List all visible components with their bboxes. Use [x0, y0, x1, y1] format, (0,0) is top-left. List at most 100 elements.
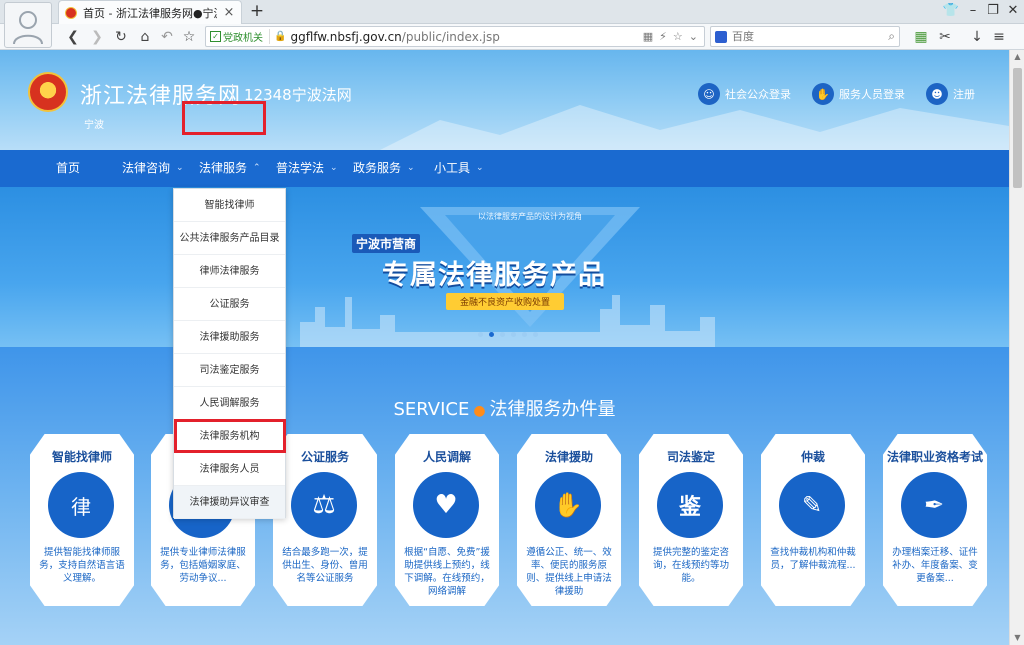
reload-icon[interactable]: ↻ — [110, 26, 132, 48]
card-title: 法律职业资格考试 — [886, 450, 983, 464]
url-text[interactable]: ggflfw.nbsfj.gov.cn/public/index.jsp — [290, 30, 638, 44]
scroll-down-icon[interactable]: ▼ — [1010, 631, 1024, 645]
tab-close-icon[interactable]: × — [223, 5, 235, 20]
services-heading: SERVICE ● 法律服务办件量 — [0, 395, 1009, 421]
url-path: /public/index.jsp — [401, 29, 500, 44]
card-desc: 查找仲裁机构和仲裁员，了解仲裁流程... — [770, 547, 856, 571]
public-login-label: 社会公众登录 — [725, 88, 791, 101]
carousel-dot[interactable] — [533, 332, 538, 337]
gov-check-icon: ✓ — [210, 31, 221, 42]
national-emblem-logo — [28, 72, 68, 112]
dropdown-item-service-org[interactable]: 法律服务机构 — [174, 420, 285, 453]
user-avatar[interactable] — [4, 2, 52, 48]
nav-legal-consult[interactable]: 法律咨询 ⌄ — [122, 150, 184, 187]
favorite-star-icon[interactable]: ☆ — [178, 26, 200, 48]
scales-icon: ⚖ — [291, 472, 357, 538]
search-input[interactable] — [732, 30, 884, 43]
lightning-icon[interactable]: ⚡ — [659, 30, 667, 43]
card-desc: 提供完整的鉴定咨询，在线预约等功能。 — [652, 547, 729, 584]
carousel-dot[interactable] — [500, 332, 505, 337]
card-title: 智能找律师 — [51, 450, 112, 464]
card-desc: 根据“自愿、免费”援助提供线上预约，线下调解。在线预约，网络调解 — [404, 547, 490, 597]
search-icon[interactable]: ⌕ — [888, 29, 895, 44]
address-bar[interactable]: ✓ 党政机关 🔒 ggflfw.nbsfj.gov.cn/public/inde… — [205, 26, 705, 47]
public-login-link[interactable]: ☺ 社会公众登录 — [698, 83, 791, 105]
nav-legal-consult-label: 法律咨询 — [122, 161, 171, 175]
scrollbar-thumb[interactable] — [1013, 68, 1022, 188]
promo-banner[interactable]: 以法律服务产品的设计为视角 宁波市营商 专属法律服务产品 金融不良资产收购处置 — [0, 187, 1009, 347]
bookmark-star-icon[interactable]: ☆ — [673, 30, 683, 43]
home-icon[interactable]: ⌂ — [134, 26, 156, 48]
register-label: 注册 — [953, 88, 975, 101]
dropdown-item-forensic[interactable]: 司法鉴定服务 — [174, 354, 285, 387]
maximize-button[interactable]: ❐ — [982, 2, 1004, 20]
dropdown-item-legal-aid[interactable]: 法律援助服务 — [174, 321, 285, 354]
site-city: 宁波 — [84, 120, 104, 131]
forward-icon[interactable]: ❯ — [86, 26, 108, 48]
card-desc: 提供智能找律师服务，支持自然语言语义理解。 — [39, 547, 125, 584]
staff-login-link[interactable]: ✋ 服务人员登录 — [812, 83, 905, 105]
service-card-forensic[interactable]: 司法鉴定 鉴 提供完整的鉴定咨询，在线预约等功能。 — [639, 434, 743, 606]
nav-tools-label: 小工具 — [434, 161, 471, 175]
site-subtitle[interactable]: 12348宁波法网 — [244, 84, 352, 105]
apps-grid-icon[interactable]: ▦ — [910, 26, 932, 48]
browser-tab[interactable]: 首页 - 浙江法律服务网●宁波 × — [58, 0, 242, 24]
user-silhouette-icon — [13, 11, 43, 45]
nav-home[interactable]: 首页 — [56, 150, 80, 187]
nav-government[interactable]: 政务服务 ⌄ — [353, 150, 415, 187]
carousel-dot[interactable] — [511, 332, 516, 337]
service-card-find-lawyer[interactable]: 智能找律师 律 提供智能找律师服务，支持自然语言语义理解。 — [30, 434, 134, 606]
card-desc: 办理档案迁移、证件补办、年度备案、变更备案... — [892, 547, 978, 584]
carousel-dot[interactable] — [478, 332, 483, 337]
nav-tools[interactable]: 小工具 ⌄ — [434, 150, 484, 187]
service-card-notary[interactable]: 公证服务 ⚖ 结合最多跑一次，提供出生、身份、曾用名等公证服务 — [273, 434, 377, 606]
dropdown-chevron-icon[interactable]: ⌄ — [689, 30, 698, 43]
shirt-skin-icon[interactable]: 👕 — [940, 2, 962, 20]
service-card-bar-exam[interactable]: 法律职业资格考试 ✒ 办理档案迁移、证件补办、年度备案、变更备案... — [883, 434, 987, 606]
search-box[interactable]: ⌕ — [710, 26, 900, 47]
service-card-arbitration[interactable]: 仲裁 ✎ 查找仲裁机构和仲裁员，了解仲裁流程... — [761, 434, 865, 606]
dropdown-item-lawyer-service[interactable]: 律师法律服务 — [174, 255, 285, 288]
dropdown-item-product-catalog[interactable]: 公共法律服务产品目录 — [174, 222, 285, 255]
close-window-button[interactable]: ✕ — [1002, 2, 1024, 20]
minimize-button[interactable]: – — [962, 2, 984, 20]
dropdown-item-notary[interactable]: 公证服务 — [174, 288, 285, 321]
nav-law-education-label: 普法学法 — [276, 161, 325, 175]
staff-login-label: 服务人员登录 — [839, 88, 905, 101]
service-card-mediation[interactable]: 人民调解 ♥ 根据“自愿、免费”援助提供线上预约，线下调解。在线预约，网络调解 — [395, 434, 499, 606]
dropdown-item-aid-review[interactable]: 法律援助异议审查 — [174, 486, 285, 519]
card-title: 人民调解 — [422, 450, 471, 464]
services-heading-cn: 法律服务办件量 — [489, 399, 616, 420]
baidu-engine-icon[interactable] — [715, 30, 727, 43]
site-title[interactable]: 浙江法律服务网 — [80, 78, 241, 110]
menu-icon[interactable]: ≡ — [988, 26, 1010, 48]
card-title: 法律援助 — [544, 450, 593, 464]
page-scrollbar[interactable]: ▲ ▼ — [1009, 50, 1024, 645]
service-card-legal-aid[interactable]: 法律援助 ✋ 遵循公正、统一、效率、便民的服务原则、提供线上申请法律援助 — [517, 434, 621, 606]
download-icon[interactable]: ↓ — [966, 26, 988, 48]
nav-legal-service[interactable]: 法律服务 ⌃ — [199, 150, 261, 187]
banner-city: 宁波市营商 — [352, 234, 421, 253]
chevron-down-icon: ⌄ — [407, 163, 415, 173]
register-link[interactable]: ☻ 注册 — [926, 83, 975, 105]
helping-hand-icon: ✋ — [535, 472, 601, 538]
back-icon[interactable]: ❮ — [62, 26, 84, 48]
site-header: 浙江法律服务网 12348宁波法网 宁波 ☺ 社会公众登录 ✋ 服务人员登录 ☻… — [0, 50, 1009, 150]
carousel-dot[interactable] — [522, 332, 527, 337]
new-tab-button[interactable]: + — [248, 2, 266, 20]
dropdown-item-service-staff[interactable]: 法律服务人员 — [174, 453, 285, 486]
nav-law-education[interactable]: 普法学法 ⌄ — [276, 150, 338, 187]
scroll-up-icon[interactable]: ▲ — [1010, 50, 1024, 64]
heart-handshake-icon: ♥ — [413, 472, 479, 538]
favicon-emblem-icon — [65, 6, 77, 19]
qr-code-icon[interactable]: ▦ — [643, 30, 653, 43]
card-desc: 结合最多跑一次，提供出生、身份、曾用名等公证服务 — [282, 547, 368, 584]
lawyer-icon: 律 — [48, 472, 114, 538]
dropdown-item-find-lawyer[interactable]: 智能找律师 — [174, 189, 285, 222]
undo-icon[interactable]: ↶ — [156, 26, 178, 48]
scissors-icon[interactable]: ✂ — [934, 26, 956, 48]
dropdown-item-mediation[interactable]: 人民调解服务 — [174, 387, 285, 420]
banner-tagline: 以法律服务产品的设计为视角 — [478, 212, 582, 221]
browser-window: 首页 - 浙江法律服务网●宁波 × + 👕 – ❐ ✕ ❮ ❯ ↻ ⌂ ↶ ☆ … — [0, 0, 1024, 645]
carousel-dot-active[interactable] — [489, 332, 494, 337]
